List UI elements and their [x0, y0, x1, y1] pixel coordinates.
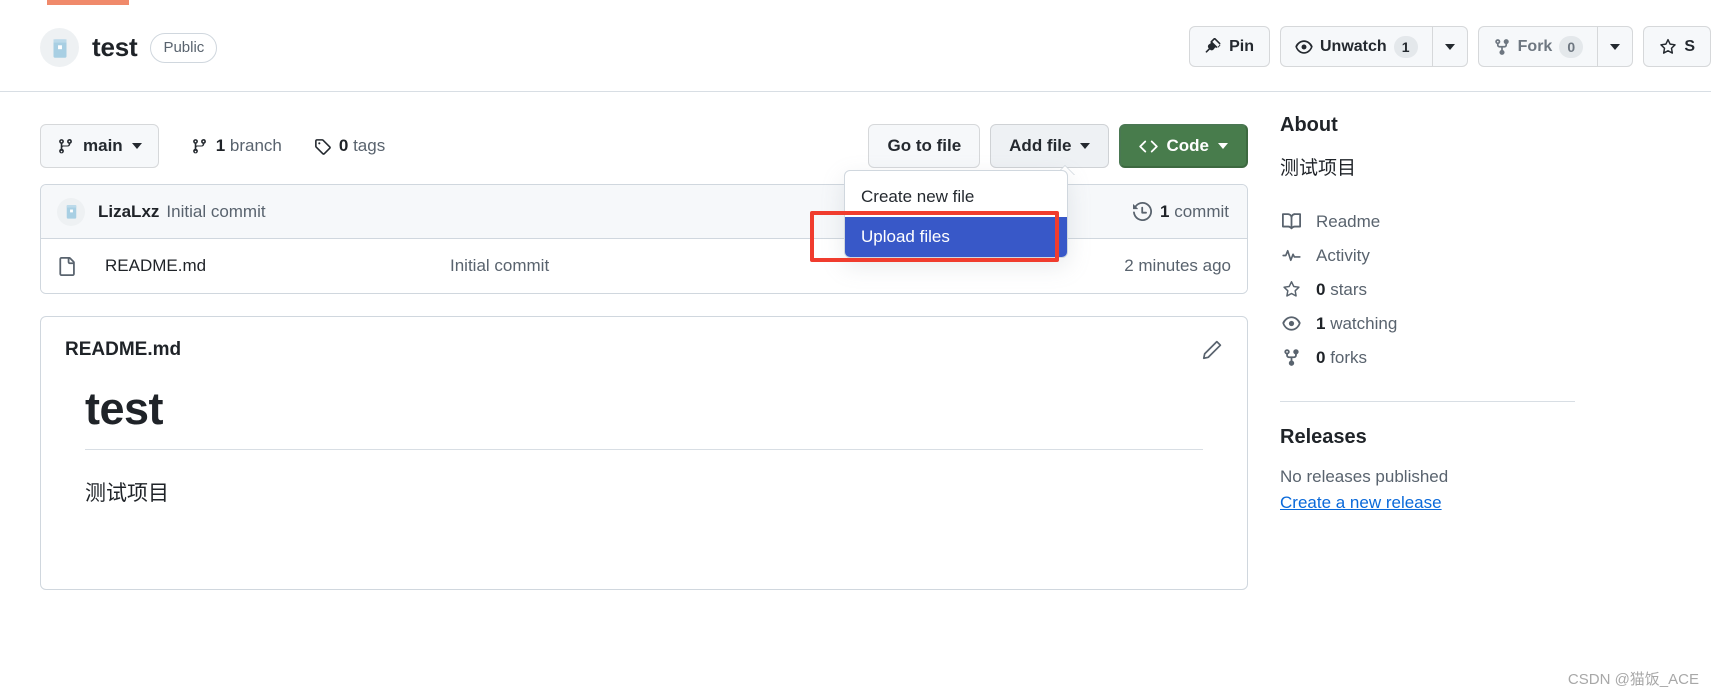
menu-item-upload-files[interactable]: Upload files	[845, 217, 1067, 257]
code-brackets-icon	[1139, 137, 1158, 156]
branch-selector[interactable]: main	[40, 124, 159, 168]
sidebar-item-forks[interactable]: 0 forks	[1280, 341, 1575, 375]
menu-item-create-new-file[interactable]: Create new file	[845, 177, 1067, 217]
fork-icon	[1280, 348, 1302, 367]
sidebar-item-activity[interactable]: Activity	[1280, 239, 1575, 273]
fork-count: 0	[1559, 36, 1583, 58]
branch-name-label: main	[83, 136, 123, 156]
watermark-text: CSDN @猫饭_ACE	[1568, 668, 1699, 689]
commit-count-label: commit	[1174, 202, 1229, 221]
unwatch-button[interactable]: Unwatch 1	[1281, 27, 1432, 66]
sidebar-item-label: forks	[1330, 348, 1367, 367]
header-action-buttons: Pin Unwatch 1	[1189, 26, 1711, 67]
file-nav-actions: Go to file Add file Code	[868, 122, 1248, 170]
chevron-down-icon	[1218, 143, 1228, 149]
add-file-label: Add file	[1009, 136, 1071, 156]
fork-icon	[1493, 38, 1511, 56]
readme-title: README.md	[65, 339, 181, 361]
eye-icon	[1280, 314, 1302, 333]
readme-panel: README.md test 测试项目	[40, 316, 1248, 590]
releases-heading: Releases	[1280, 426, 1575, 449]
commit-history-link[interactable]: 1 commit	[1133, 202, 1229, 222]
tags-label: tags	[353, 136, 385, 155]
file-name-link[interactable]: README.md	[105, 256, 450, 276]
file-icon	[57, 257, 105, 276]
main-column: main 1 branch 0 tag	[40, 92, 1248, 590]
add-file-dropdown-menu: Create new file Upload files	[844, 170, 1068, 258]
file-navigation-bar: main 1 branch 0 tag	[40, 122, 1248, 170]
fork-label: Fork	[1518, 38, 1553, 56]
star-button[interactable]: S	[1643, 26, 1711, 67]
watching-count: 1	[1316, 314, 1325, 333]
watch-button-group: Unwatch 1	[1280, 26, 1468, 67]
sidebar-item-stars[interactable]: 0 stars	[1280, 273, 1575, 307]
forks-count: 0	[1316, 348, 1325, 367]
readme-content: test 测试项目	[41, 361, 1247, 509]
watch-count: 1	[1394, 36, 1418, 58]
chevron-down-icon	[132, 143, 142, 149]
pin-label: Pin	[1229, 38, 1254, 56]
star-icon	[1280, 280, 1302, 299]
sidebar-item-label: Readme	[1316, 212, 1380, 232]
sidebar-item-watching[interactable]: 1 watching	[1280, 307, 1575, 341]
chevron-down-icon	[1445, 44, 1455, 50]
about-heading: About	[1280, 114, 1575, 137]
about-description: 测试项目	[1280, 155, 1575, 183]
visibility-badge: Public	[150, 33, 217, 63]
branches-count-link[interactable]: 1 branch	[191, 136, 282, 156]
add-file-button[interactable]: Add file	[990, 124, 1108, 168]
file-updated-time: 2 minutes ago	[1124, 256, 1231, 276]
sidebar-item-label: stars	[1330, 280, 1367, 299]
unwatch-label: Unwatch	[1320, 38, 1387, 56]
activity-icon	[1280, 246, 1302, 265]
branches-label: branch	[230, 136, 282, 155]
create-release-link[interactable]: Create a new release	[1280, 493, 1442, 513]
readme-header: README.md	[41, 317, 1247, 361]
branch-icon	[191, 138, 208, 155]
watch-dropdown-button[interactable]	[1432, 27, 1467, 66]
chevron-down-icon	[1610, 44, 1620, 50]
stars-count: 0	[1316, 280, 1325, 299]
fork-button-group: Fork 0	[1478, 26, 1634, 67]
star-label: S	[1684, 38, 1695, 56]
chevron-down-icon	[1080, 143, 1090, 149]
history-icon	[1133, 202, 1152, 221]
branch-icon	[57, 138, 74, 155]
avatar	[57, 198, 85, 226]
tags-count-link[interactable]: 0 tags	[314, 136, 385, 156]
sidebar-divider	[1280, 401, 1575, 402]
pencil-icon[interactable]	[1201, 339, 1223, 361]
fork-dropdown-button[interactable]	[1597, 27, 1632, 66]
star-icon	[1659, 38, 1677, 56]
sidebar: About 测试项目 Readme Activity	[1280, 92, 1575, 590]
page-title[interactable]: test	[92, 32, 137, 63]
code-label: Code	[1167, 136, 1210, 156]
commit-message-link[interactable]: Initial commit	[166, 202, 265, 222]
releases-empty-text: No releases published	[1280, 467, 1575, 487]
eye-icon	[1295, 38, 1313, 56]
commit-count-value: 1	[1160, 202, 1169, 221]
commit-author-link[interactable]: LizaLxz	[98, 202, 159, 222]
pin-button[interactable]: Pin	[1189, 26, 1270, 67]
tags-count: 0	[339, 136, 348, 155]
page-loading-bar	[47, 0, 129, 5]
code-button[interactable]: Code	[1119, 124, 1249, 168]
page-body: main 1 branch 0 tag	[0, 92, 1711, 590]
fork-button[interactable]: Fork 0	[1479, 27, 1598, 66]
file-commit-message[interactable]: Initial commit	[450, 256, 1124, 276]
sidebar-item-label: watching	[1330, 314, 1397, 333]
readme-heading: test	[85, 383, 1203, 450]
tag-icon	[314, 138, 331, 155]
book-icon	[1280, 212, 1302, 231]
sidebar-item-readme[interactable]: Readme	[1280, 205, 1575, 239]
repository-header: test Public Pin Unwatch 1	[0, 0, 1711, 92]
readme-paragraph: 测试项目	[85, 478, 1203, 510]
go-to-file-button[interactable]: Go to file	[868, 124, 980, 168]
repo-avatar-icon	[40, 28, 79, 67]
sidebar-item-label: Activity	[1316, 246, 1370, 266]
repository-title-group: test Public	[40, 28, 217, 67]
pin-icon	[1205, 38, 1222, 55]
branches-count: 1	[216, 136, 225, 155]
